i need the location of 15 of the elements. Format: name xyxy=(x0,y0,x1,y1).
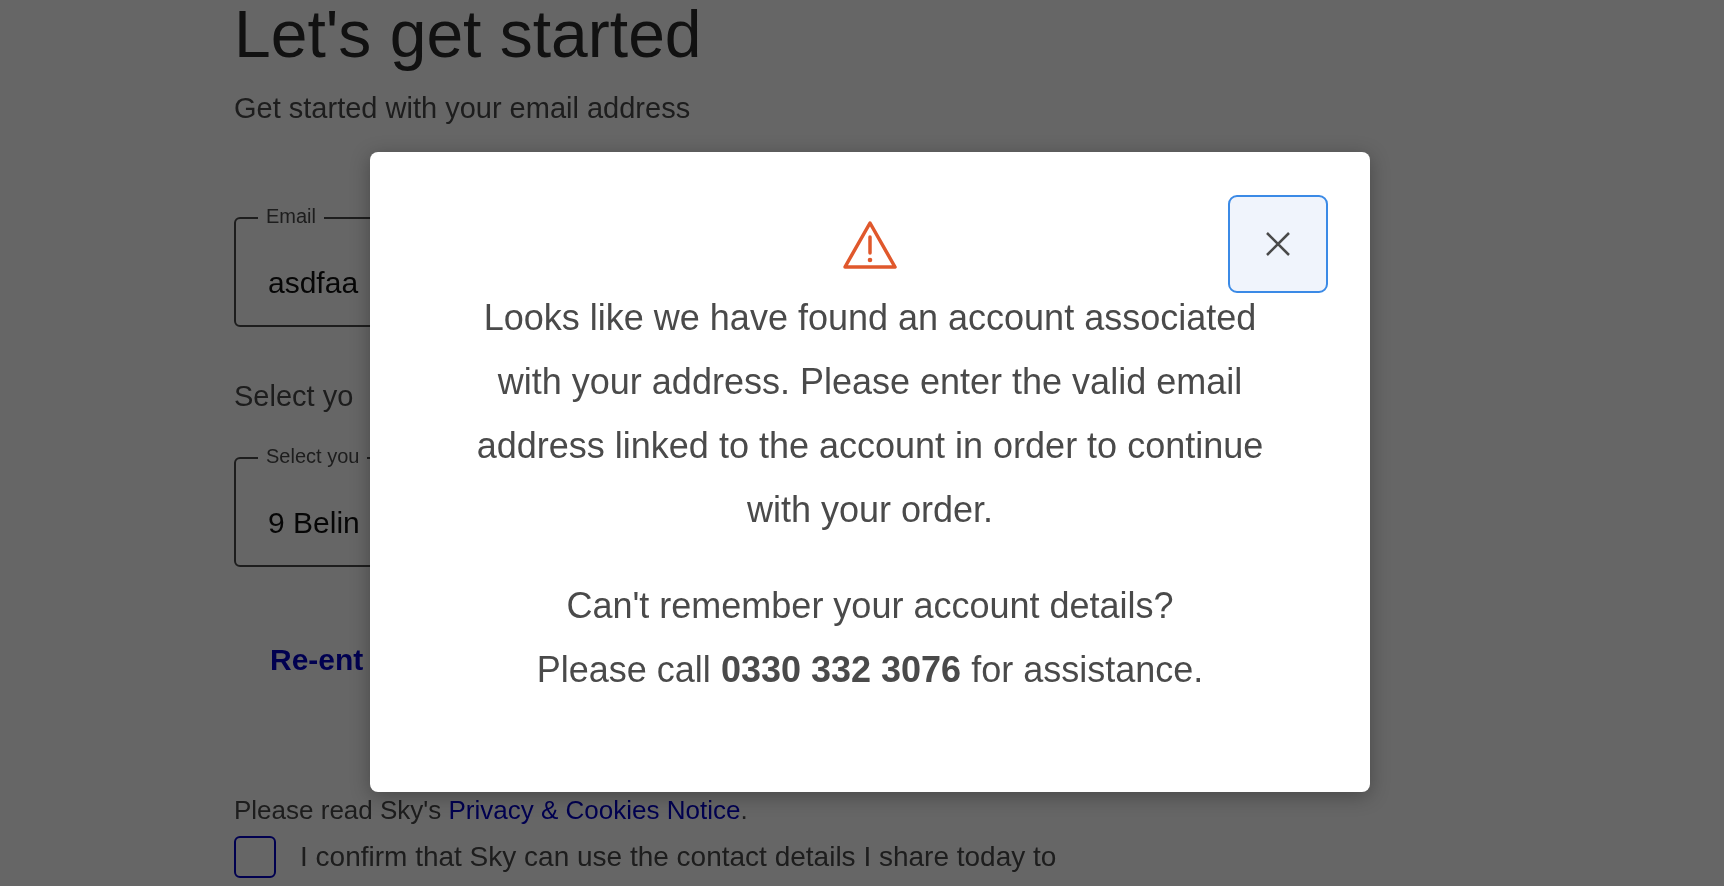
email-prompt: Get started with your email address xyxy=(234,92,691,125)
close-icon xyxy=(1264,230,1292,258)
dialog-message: Looks like we have found an account associated with your address. Please enter the valid email address linked to the account in order to continue with your order. xyxy=(475,296,1265,532)
reenter-link[interactable]: Re-ent xyxy=(270,643,364,677)
help-text: Can't remember your account details? xyxy=(565,584,1175,628)
page-title: Let's get started xyxy=(234,0,702,72)
warning-icon xyxy=(842,220,898,270)
privacy-text: Please read Sky's Privacy & Cookies Notice. xyxy=(234,795,748,826)
address-prompt: Select yo xyxy=(234,380,354,413)
consent-checkbox[interactable] xyxy=(234,836,276,878)
call-text: Please call 0330 332 3076 for assistance. xyxy=(535,648,1205,692)
close-button[interactable] xyxy=(1228,195,1328,293)
field-label: Select you xyxy=(258,445,368,468)
consent-text: I confirm that Sky can use the contact details I share today to xyxy=(300,841,1057,873)
privacy-link[interactable]: Privacy & Cookies Notice xyxy=(448,795,741,825)
